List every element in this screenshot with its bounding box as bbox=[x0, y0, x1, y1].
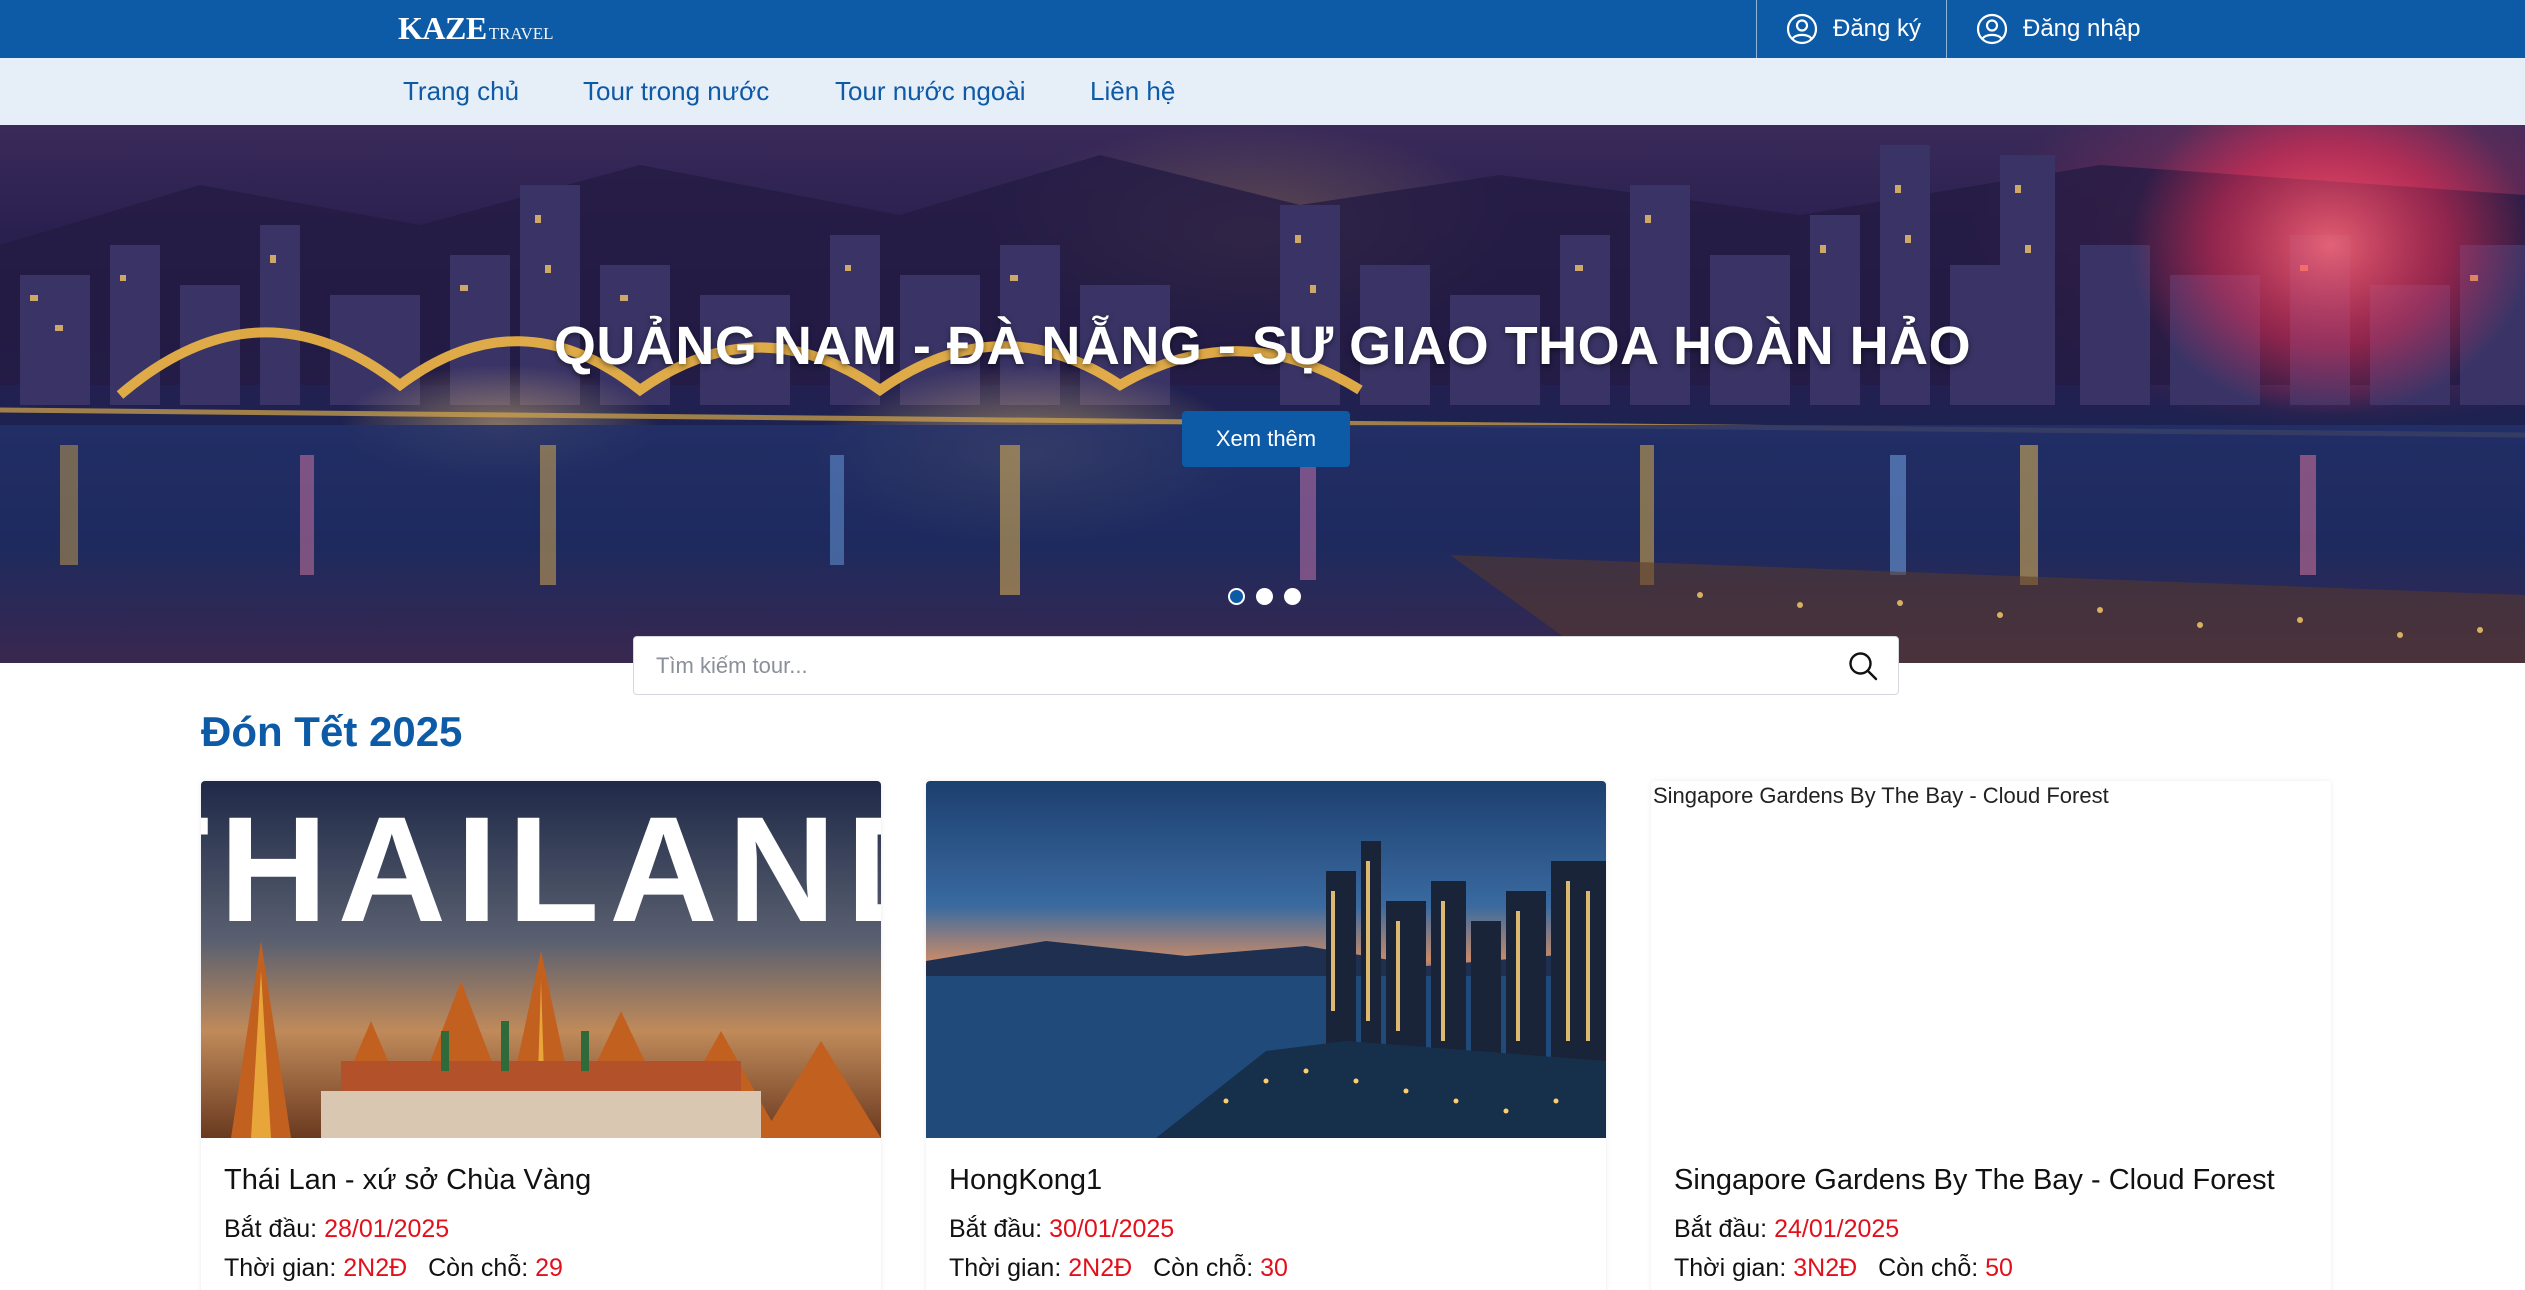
logo[interactable]: KAZE TRAVEL bbox=[398, 10, 554, 47]
start-label: Bắt đầu: bbox=[224, 1215, 318, 1243]
seats-label: Còn chỗ: bbox=[1153, 1254, 1254, 1282]
tour-image-broken[interactable]: Singapore Gardens By The Bay - Cloud For… bbox=[1651, 781, 2331, 1138]
user-circle-icon bbox=[1976, 13, 2008, 45]
duration-label: Thời gian: bbox=[224, 1254, 337, 1282]
tour-image[interactable]: THAILAND bbox=[201, 781, 881, 1138]
seats-value: 30 bbox=[1260, 1254, 1288, 1282]
thailand-image-text: THAILAND bbox=[201, 785, 881, 953]
register-label: Đăng ký bbox=[1833, 15, 1922, 42]
seats-label: Còn chỗ: bbox=[428, 1254, 529, 1282]
start-date: 30/01/2025 bbox=[1049, 1215, 1175, 1243]
nav-item-domestic-tours[interactable]: Tour trong nước bbox=[583, 76, 769, 107]
duration-value: 2N2Đ bbox=[343, 1254, 408, 1282]
login-label: Đăng nhập bbox=[2023, 15, 2141, 42]
section-title: Đón Tết 2025 bbox=[201, 708, 463, 755]
user-circle-icon bbox=[1786, 13, 1818, 45]
tour-start: Bắt đầu: 24/01/2025 bbox=[1674, 1215, 1899, 1244]
carousel-dot-3[interactable] bbox=[1284, 588, 1301, 605]
tour-meta: Thời gian: 3N2Đ Còn chỗ: 50 bbox=[1674, 1254, 2013, 1283]
tour-name[interactable]: Singapore Gardens By The Bay - Cloud For… bbox=[1674, 1164, 2275, 1197]
start-label: Bắt đầu: bbox=[949, 1215, 1043, 1243]
tour-card[interactable]: THAILAND Thái Lan - xứ sở Chùa Và bbox=[201, 781, 881, 1290]
tour-card[interactable]: HongKong1 Bắt đầu: 30/01/2025 Thời gian:… bbox=[926, 781, 1606, 1290]
search-input[interactable] bbox=[634, 637, 1846, 694]
tour-start: Bắt đầu: 28/01/2025 bbox=[224, 1215, 449, 1244]
hero-banner: QUẢNG NAM - ĐÀ NẴNG - SỰ GIAO THOA HOÀN … bbox=[0, 125, 2525, 663]
see-more-button[interactable]: Xem thêm bbox=[1182, 411, 1350, 467]
tour-start: Bắt đầu: 30/01/2025 bbox=[949, 1215, 1174, 1244]
seats-value: 50 bbox=[1985, 1254, 2013, 1282]
logo-main-text: KAZE bbox=[398, 10, 487, 46]
duration-value: 3N2Đ bbox=[1793, 1254, 1858, 1282]
duration-label: Thời gian: bbox=[1674, 1254, 1787, 1282]
tour-name[interactable]: Thái Lan - xứ sở Chùa Vàng bbox=[224, 1164, 591, 1197]
top-bar: KAZE TRAVEL Đăng ký Đăng nhập bbox=[0, 0, 2525, 58]
image-alt-text: Singapore Gardens By The Bay - Cloud For… bbox=[1653, 783, 2109, 808]
hero-title: QUẢNG NAM - ĐÀ NẴNG - SỰ GIAO THOA HOÀN … bbox=[553, 316, 1972, 376]
duration-value: 2N2Đ bbox=[1068, 1254, 1133, 1282]
main-nav: Trang chủ Tour trong nước Tour nước ngoà… bbox=[0, 58, 2525, 125]
carousel-indicators bbox=[1228, 588, 1301, 605]
nav-item-international-tours[interactable]: Tour nước ngoài bbox=[835, 76, 1026, 107]
tour-card[interactable]: Singapore Gardens By The Bay - Cloud For… bbox=[1651, 781, 2331, 1290]
carousel-dot-2[interactable] bbox=[1256, 588, 1273, 605]
register-button[interactable]: Đăng ký bbox=[1756, 0, 1946, 58]
logo-sub-text: TRAVEL bbox=[488, 24, 554, 43]
nav-item-home[interactable]: Trang chủ bbox=[403, 76, 519, 107]
tour-search-bar bbox=[633, 636, 1899, 695]
carousel-dot-1[interactable] bbox=[1228, 588, 1245, 605]
start-date: 28/01/2025 bbox=[324, 1215, 450, 1243]
seats-value: 29 bbox=[535, 1254, 563, 1282]
nav-item-contact[interactable]: Liên hệ bbox=[1090, 76, 1175, 107]
tour-meta: Thời gian: 2N2Đ Còn chỗ: 29 bbox=[224, 1254, 563, 1283]
tour-image[interactable] bbox=[926, 781, 1606, 1138]
hero-background-image bbox=[0, 125, 2525, 663]
tour-name[interactable]: HongKong1 bbox=[949, 1164, 1102, 1197]
login-button[interactable]: Đăng nhập bbox=[1946, 0, 2146, 58]
seats-label: Còn chỗ: bbox=[1878, 1254, 1979, 1282]
search-icon[interactable] bbox=[1846, 649, 1880, 683]
tour-meta: Thời gian: 2N2Đ Còn chỗ: 30 bbox=[949, 1254, 1288, 1283]
start-label: Bắt đầu: bbox=[1674, 1215, 1768, 1243]
start-date: 24/01/2025 bbox=[1774, 1215, 1900, 1243]
duration-label: Thời gian: bbox=[949, 1254, 1062, 1282]
